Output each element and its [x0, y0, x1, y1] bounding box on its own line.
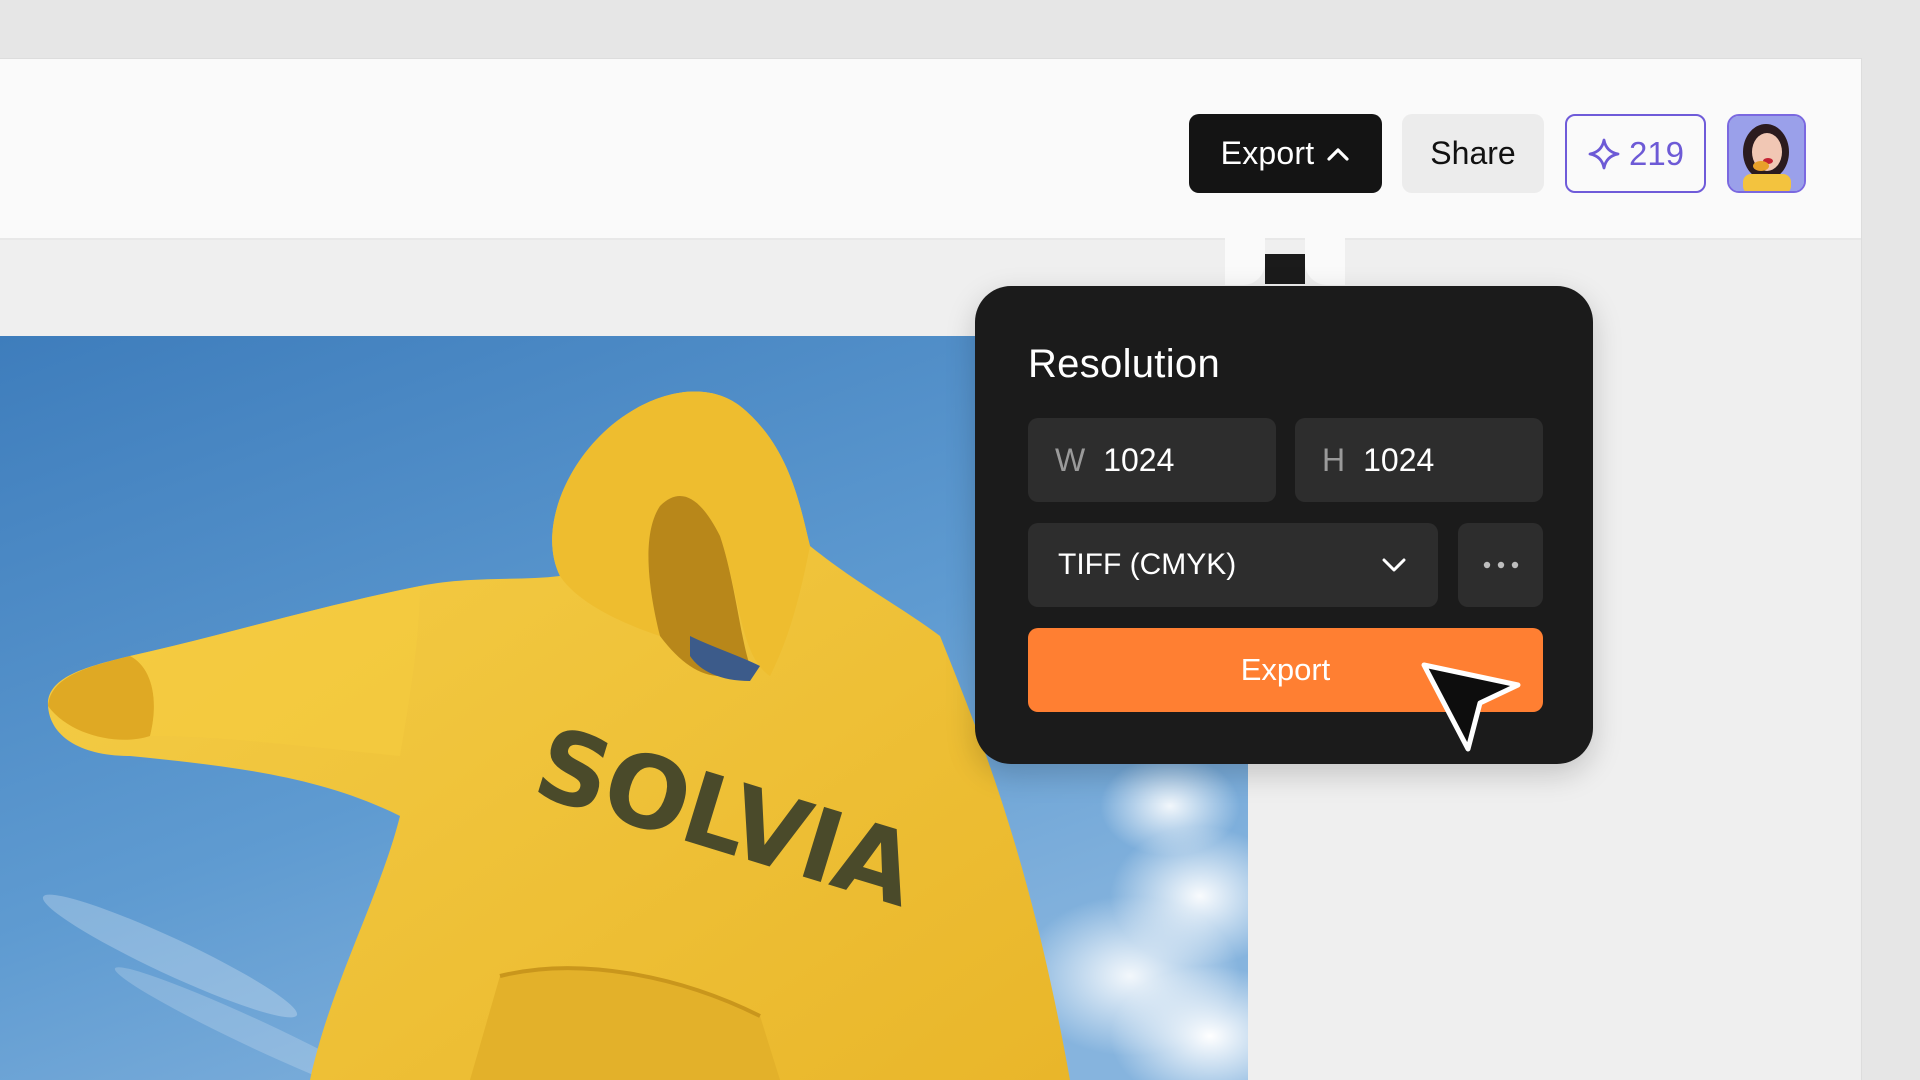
- popover-connector-left: [1225, 237, 1265, 285]
- width-label: W: [1055, 441, 1086, 478]
- ellipsis-icon: [1483, 561, 1518, 569]
- mouse-cursor-icon: [1421, 662, 1521, 752]
- app-window: Export Share 219 SOLVIA Resolution W 102…: [0, 59, 1861, 1080]
- export-menu-button[interactable]: Export: [1189, 114, 1382, 193]
- top-toolbar: Export Share 219: [0, 59, 1861, 240]
- credits-button[interactable]: 219: [1565, 114, 1706, 193]
- export-button-label: Export: [1240, 652, 1331, 687]
- chevron-up-icon: [1327, 147, 1349, 161]
- sparkle-icon: [1588, 138, 1620, 169]
- more-options-button[interactable]: [1458, 523, 1543, 607]
- format-select[interactable]: TIFF (CMYK): [1028, 523, 1438, 607]
- export-menu-label: Export: [1220, 135, 1315, 171]
- credits-count: 219: [1628, 134, 1685, 172]
- resolution-title: Resolution: [1028, 342, 1221, 386]
- popover-connector-right: [1305, 237, 1345, 285]
- height-field[interactable]: H 1024: [1295, 418, 1543, 502]
- share-label: Share: [1430, 135, 1516, 171]
- height-label: H: [1322, 441, 1346, 478]
- popover-connector: [1265, 254, 1305, 284]
- height-value: 1024: [1363, 441, 1435, 478]
- width-field[interactable]: W 1024: [1028, 418, 1276, 502]
- user-avatar[interactable]: [1727, 114, 1806, 193]
- avatar-image: [1729, 116, 1804, 191]
- format-selected: TIFF (CMYK): [1058, 548, 1237, 581]
- width-value: 1024: [1103, 441, 1175, 478]
- share-button[interactable]: Share: [1402, 114, 1544, 193]
- chevron-down-icon: [1382, 558, 1406, 572]
